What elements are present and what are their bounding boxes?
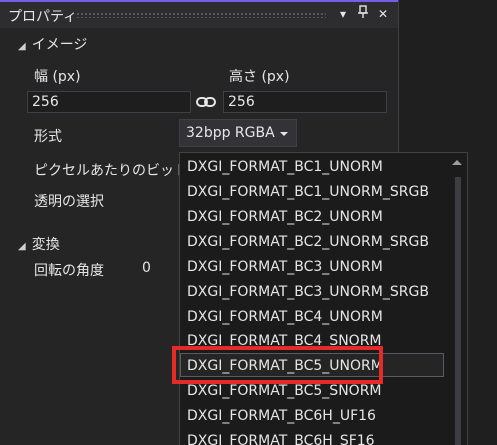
image-section-title: イメージ bbox=[31, 37, 88, 53]
format-select[interactable]: 32bpp RGBA bbox=[179, 119, 297, 147]
chevron-down-icon bbox=[280, 132, 288, 136]
transparency-label: 透明の選択 bbox=[34, 194, 104, 210]
dropdown-option[interactable]: DXGI_FORMAT_BC6H_UF16 bbox=[187, 408, 376, 424]
link-icon[interactable] bbox=[196, 95, 216, 109]
dropdown-menu-icon[interactable]: ▾ bbox=[334, 5, 352, 23]
format-select-value: 32bpp RGBA bbox=[186, 125, 275, 141]
dropdown-option[interactable]: DXGI_FORMAT_BC1_UNORM_SRGB bbox=[187, 184, 429, 200]
annotation-highlight-box bbox=[172, 346, 383, 384]
dropdown-option[interactable]: DXGI_FORMAT_BC5_SNORM bbox=[187, 383, 382, 399]
format-label: 形式 bbox=[34, 129, 62, 145]
dropdown-option[interactable]: DXGI_FORMAT_BC3_UNORM bbox=[187, 259, 383, 275]
transform-section-header[interactable]: ◢ 変換 bbox=[18, 234, 60, 254]
dropdown-option[interactable]: DXGI_FORMAT_BC3_UNORM_SRGB bbox=[187, 284, 429, 300]
bits-per-pixel-label: ピクセルあたりのビット数 bbox=[34, 163, 202, 179]
dropdown-option[interactable]: DXGI_FORMAT_BC2_UNORM bbox=[187, 209, 383, 225]
collapse-triangle-icon[interactable]: ◢ bbox=[18, 241, 26, 252]
height-label: 高さ (px) bbox=[229, 69, 290, 85]
rotation-label: 回転の角度 bbox=[34, 263, 104, 279]
collapse-triangle-icon[interactable]: ◢ bbox=[18, 41, 26, 52]
transform-section-title: 変換 bbox=[31, 237, 60, 253]
panel-title: プロパティ bbox=[8, 9, 78, 25]
drag-grip[interactable] bbox=[76, 12, 326, 18]
rotation-input[interactable]: 0 bbox=[138, 258, 182, 280]
dropdown-option[interactable]: DXGI_FORMAT_BC4_UNORM bbox=[187, 309, 383, 325]
width-input[interactable]: 256 bbox=[27, 91, 191, 113]
close-icon[interactable]: ✕ bbox=[374, 5, 392, 23]
pin-icon[interactable] bbox=[354, 5, 372, 23]
dropdown-option[interactable]: DXGI_FORMAT_BC6H_SF16 bbox=[187, 433, 375, 445]
dropdown-option[interactable]: DXGI_FORMAT_BC1_UNORM bbox=[187, 159, 383, 175]
pin-glyph bbox=[358, 5, 368, 18]
scroll-up-arrow-icon[interactable] bbox=[452, 160, 462, 165]
scrollbar-thumb[interactable] bbox=[455, 177, 461, 445]
width-label: 幅 (px) bbox=[34, 69, 81, 85]
dropdown-option[interactable]: DXGI_FORMAT_BC2_UNORM_SRGB bbox=[187, 234, 429, 250]
image-section-header[interactable]: ◢ イメージ bbox=[18, 34, 87, 54]
height-input[interactable]: 256 bbox=[223, 91, 387, 113]
format-dropdown-list[interactable]: DXGI_FORMAT_BC1_UNORM DXGI_FORMAT_BC1_UN… bbox=[179, 152, 468, 445]
title-bar[interactable]: プロパティ ▾ ✕ bbox=[0, 0, 399, 28]
properties-window: プロパティ ▾ ✕ ◢ イメージ 幅 (px) 高さ (px) 256 256 形… bbox=[0, 0, 497, 445]
